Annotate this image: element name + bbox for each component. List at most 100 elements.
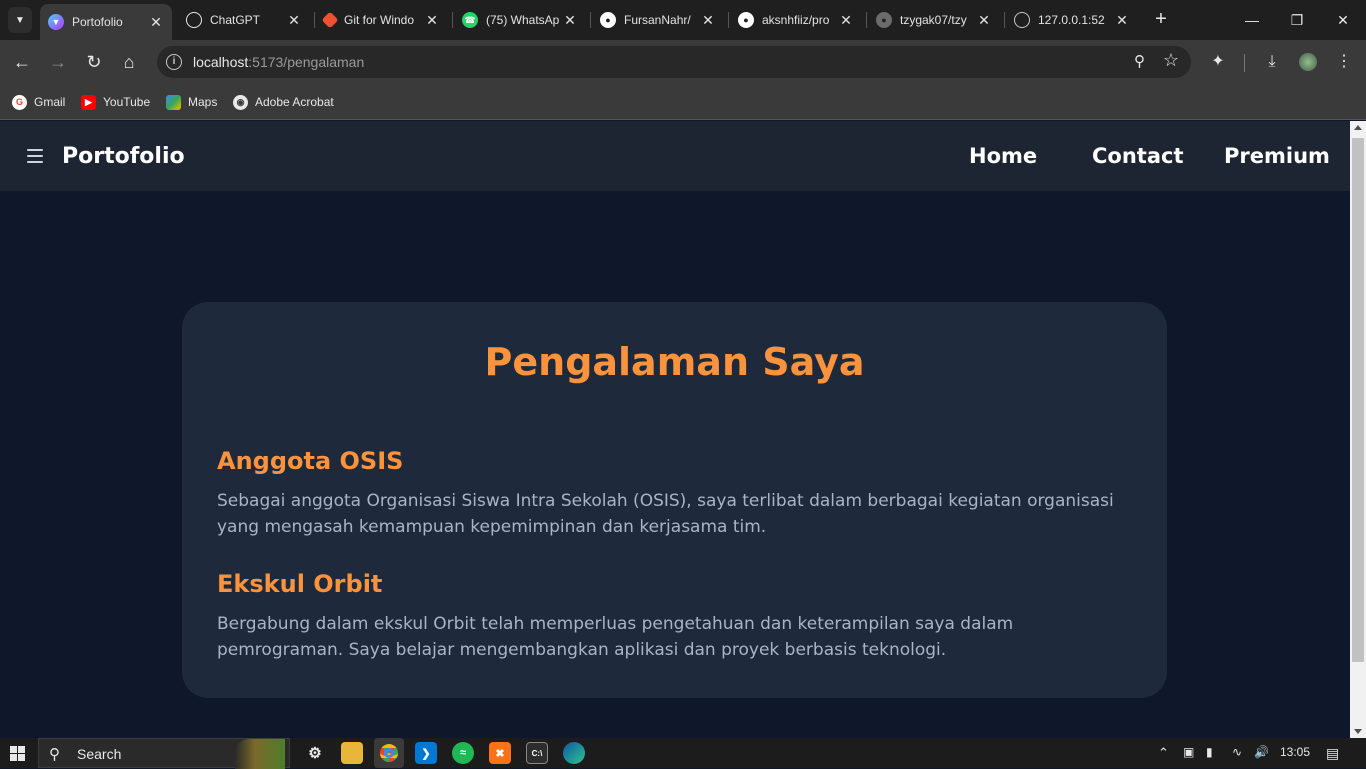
github-icon: ●	[738, 12, 754, 28]
xampp-icon[interactable]: ✖	[489, 742, 511, 764]
tab-title: 127.0.0.1:52	[1038, 13, 1105, 27]
bookmark-star-icon[interactable]: ☆	[1163, 50, 1179, 71]
bookmark-label: Gmail	[34, 95, 66, 109]
nav-link-premium[interactable]: Premium	[1224, 144, 1330, 168]
close-tab-icon[interactable]: ✕	[562, 12, 578, 29]
bookmark-youtube[interactable]: ▶ YouTube	[81, 93, 150, 111]
search-icon: ⚲	[49, 746, 60, 763]
tab-title: (75) WhatsAp	[486, 13, 560, 27]
chevron-up-icon[interactable]: ⌃	[1158, 745, 1169, 761]
tab-title: Portofolio	[72, 15, 123, 29]
close-tab-icon[interactable]: ✕	[424, 12, 440, 29]
spotify-icon[interactable]: ≈	[452, 742, 474, 764]
tab-git-for-windows[interactable]: Git for Windo ✕	[316, 5, 448, 35]
forward-arrow-icon[interactable]: →	[46, 50, 70, 74]
tab-portofolio[interactable]: ▼ Portofolio ✕	[40, 4, 172, 40]
terminal-icon[interactable]: C:\	[526, 742, 548, 764]
settings-gear-icon[interactable]: ⚙	[304, 742, 326, 764]
hamburger-menu-icon[interactable]	[27, 149, 43, 163]
windows-start-icon[interactable]	[10, 746, 25, 761]
tab-title: FursanNahr/	[624, 13, 691, 27]
close-tab-icon[interactable]: ✕	[286, 12, 302, 29]
whatsapp-icon: ☎	[462, 12, 478, 28]
tab-localhost-127[interactable]: 127.0.0.1:52 ✕	[1006, 5, 1138, 35]
chatgpt-icon	[186, 12, 202, 28]
back-arrow-icon[interactable]: ←	[10, 50, 34, 74]
tab-whatsapp[interactable]: ☎ (75) WhatsAp ✕	[454, 5, 586, 35]
profile-avatar-icon[interactable]	[1296, 50, 1320, 74]
close-tab-icon[interactable]: ✕	[838, 12, 854, 29]
scroll-thumb[interactable]	[1352, 138, 1364, 662]
home-icon[interactable]: ⌂	[117, 50, 141, 74]
youtube-icon: ▶	[81, 94, 96, 110]
scroll-up-arrow-icon[interactable]	[1354, 125, 1362, 130]
page-scrollbar[interactable]	[1350, 121, 1366, 738]
close-tab-icon[interactable]: ✕	[976, 12, 992, 29]
site-info-icon[interactable]: i	[166, 54, 182, 70]
experience-card: Pengalaman Saya Anggota OSIS Sebagai ang…	[182, 302, 1167, 698]
experience-description: Bergabung dalam ekskul Orbit telah mempe…	[217, 614, 1014, 660]
bookmark-adobe-acrobat[interactable]: ◉ Adobe Acrobat	[233, 93, 334, 111]
tab-divider	[314, 12, 315, 28]
volume-icon[interactable]: 🔊	[1254, 745, 1269, 759]
bookmark-maps[interactable]: Maps	[166, 93, 217, 111]
address-bar[interactable]: i localhost:5173/pengalaman ⚲ ☆	[157, 46, 1191, 78]
tab-divider	[452, 12, 453, 28]
bookmark-label: YouTube	[103, 95, 151, 109]
more-menu-icon[interactable]: ⋮	[1332, 50, 1356, 74]
minimize-icon[interactable]: —	[1240, 8, 1264, 32]
bookmark-gmail[interactable]: G Gmail	[12, 93, 65, 111]
experience-description: Sebagai anggota Organisasi Siswa Intra S…	[217, 491, 1114, 537]
url-path: :5173/pengalaman	[248, 54, 365, 70]
github-icon: ●	[876, 12, 892, 28]
globe-icon	[1014, 12, 1030, 28]
clock-time[interactable]: 13:05	[1280, 745, 1310, 759]
bookmark-label: Maps	[188, 95, 218, 109]
tab-github-fursannahr[interactable]: ● FursanNahr/ ✕	[592, 5, 724, 35]
file-explorer-icon[interactable]	[341, 742, 363, 764]
tab-title: aksnhfiiz/pro	[762, 13, 830, 27]
tab-divider	[590, 12, 591, 28]
search-highlight-image	[235, 739, 285, 769]
chrome-taskbar-icon[interactable]	[374, 738, 404, 768]
nav-link-home[interactable]: Home	[969, 144, 1037, 168]
new-tab-button[interactable]: +	[1150, 8, 1172, 30]
site-navbar: Portofolio Home Contact Premium	[0, 121, 1350, 191]
extensions-icon[interactable]: ✦	[1206, 50, 1230, 74]
battery-icon[interactable]: ▮	[1206, 745, 1213, 759]
wifi-icon[interactable]: ∿	[1232, 745, 1242, 759]
meet-now-icon[interactable]: ▣	[1183, 745, 1194, 759]
zoom-icon[interactable]: ⚲	[1134, 52, 1145, 70]
tab-divider	[866, 12, 867, 28]
globe-icon: ◉	[233, 94, 248, 110]
reload-icon[interactable]: ↻	[82, 50, 106, 74]
taskbar-search-label: Search	[77, 746, 122, 762]
close-tab-icon[interactable]: ✕	[148, 14, 164, 31]
restore-icon[interactable]: ❐	[1285, 8, 1309, 32]
browser-toolbar: ← → ↻ ⌂ i localhost:5173/pengalaman ⚲ ☆ …	[0, 40, 1366, 85]
toolbar-divider	[1244, 54, 1245, 72]
tab-chatgpt[interactable]: ChatGPT ✕	[178, 5, 310, 35]
notifications-icon[interactable]: ▤	[1326, 745, 1339, 762]
taskbar-search-box[interactable]: ⚲ Search	[38, 738, 290, 769]
vscode-icon[interactable]: ❯	[415, 742, 437, 764]
url-text[interactable]: localhost:5173/pengalaman	[193, 54, 364, 70]
bookmark-label: Adobe Acrobat	[255, 95, 334, 109]
experience-title: Ekskul Orbit	[217, 570, 383, 598]
nav-link-contact[interactable]: Contact	[1092, 144, 1184, 168]
tab-github-aksnhfiiz[interactable]: ● aksnhfiiz/pro ✕	[730, 5, 862, 35]
site-brand[interactable]: Portofolio	[62, 144, 185, 169]
tab-divider	[1004, 12, 1005, 28]
tab-title: tzygak07/tzy	[900, 13, 967, 27]
tab-search-button[interactable]: ▼	[8, 7, 32, 33]
edge-icon[interactable]	[563, 742, 585, 764]
tab-github-tzygak07[interactable]: ● tzygak07/tzy ✕	[868, 5, 1000, 35]
scroll-down-arrow-icon[interactable]	[1354, 729, 1362, 734]
browser-tabstrip: ▼ ▼ Portofolio ✕ ChatGPT ✕ Git for Windo…	[0, 0, 1366, 40]
maps-icon	[166, 94, 181, 110]
vite-icon: ▼	[48, 14, 64, 30]
close-tab-icon[interactable]: ✕	[1114, 12, 1130, 29]
download-icon[interactable]: ⤓	[1260, 50, 1284, 74]
close-tab-icon[interactable]: ✕	[700, 12, 716, 29]
close-window-icon[interactable]: ✕	[1331, 8, 1355, 32]
